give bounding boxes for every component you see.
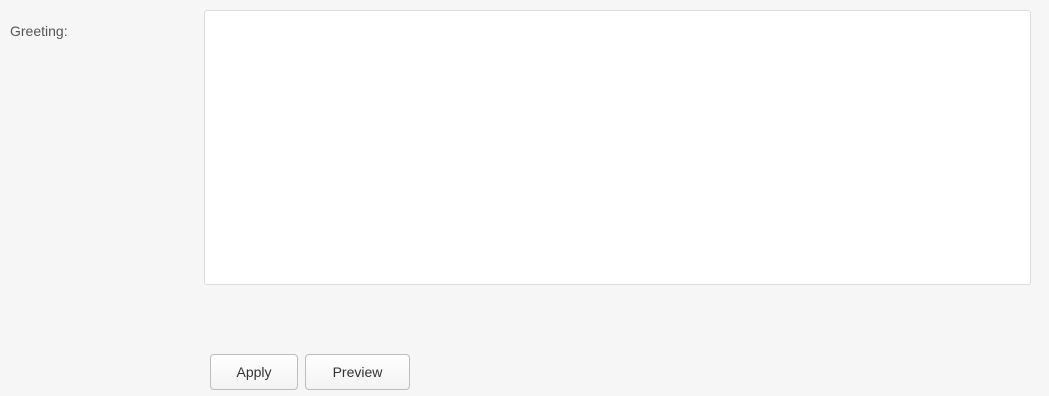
apply-button[interactable]: Apply xyxy=(210,354,298,390)
greeting-settings-panel: Greeting: Apply Preview xyxy=(0,0,1049,396)
preview-button[interactable]: Preview xyxy=(305,354,410,390)
greeting-textarea[interactable] xyxy=(204,10,1031,285)
greeting-label: Greeting: xyxy=(10,23,68,39)
